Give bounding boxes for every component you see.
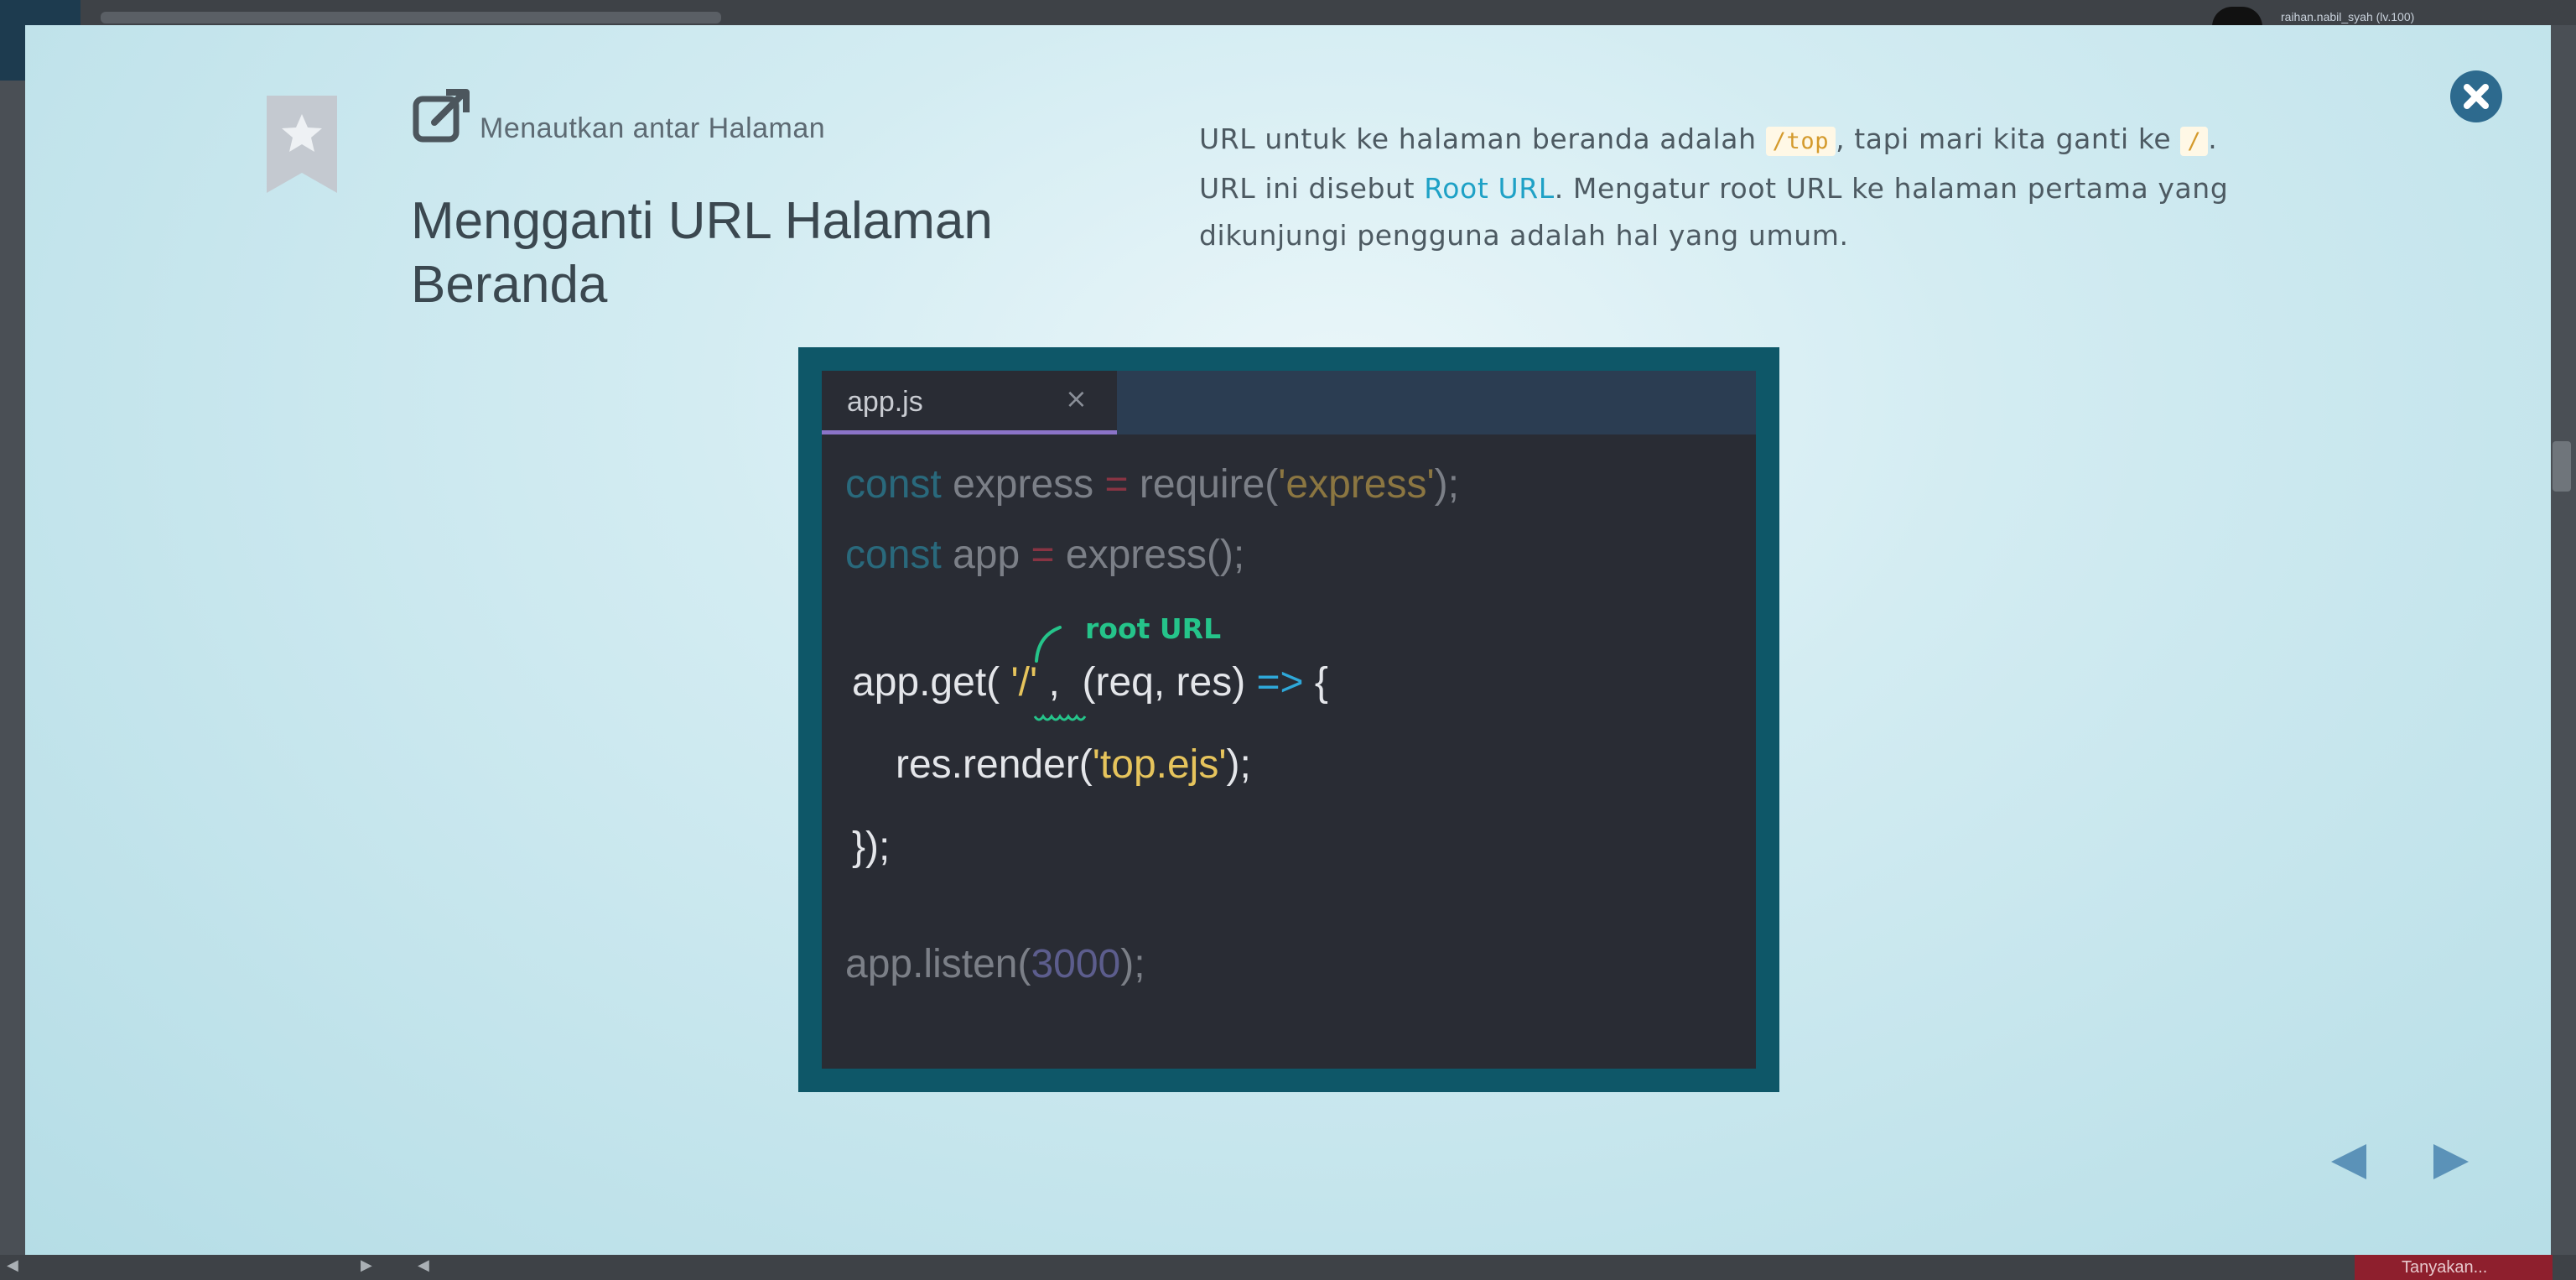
background-search-bar (101, 12, 721, 23)
code-editor: app.js × const express = require('expres… (822, 371, 1756, 1069)
desc-text: URL untuk ke halaman beranda adalah (1199, 122, 1766, 155)
background-username: raihan.nabil_syah (lv.100) (2281, 10, 2415, 23)
code-line-3: app.get( '/' , (req, res) => { (852, 659, 1328, 705)
tab-close-icon: × (1065, 382, 1088, 414)
code-token: 'top.ejs' (1092, 742, 1227, 787)
code-token: const (845, 533, 942, 577)
inline-code-top: /top (1765, 127, 1836, 156)
code-token: 3000 (1031, 942, 1121, 986)
external-link-icon (413, 89, 471, 143)
root-url-annotation: root URL (1085, 612, 1222, 645)
code-line-6: app.listen(3000); (845, 941, 1145, 987)
editor-tab-app-js: app.js × (822, 371, 1117, 434)
code-illustration: app.js × const express = require('expres… (798, 347, 1779, 1092)
code-token: = (1104, 462, 1129, 507)
code-line-1: const express = require('express'); (845, 461, 1459, 507)
code-token: ); (1434, 462, 1459, 507)
background-scroll-left-icon-2: ◀ (418, 1257, 429, 1274)
background-ask-button: Tanyakan... (2355, 1255, 2553, 1280)
title-line-1: Mengganti URL Halaman (411, 192, 993, 250)
code-token: , (req, res) (1037, 660, 1257, 705)
code-token: express (941, 462, 1105, 507)
close-icon (2464, 84, 2489, 109)
code-line-4: res.render('top.ejs'); (896, 741, 1251, 788)
inline-code-root: / (2180, 127, 2209, 156)
prev-slide-button[interactable] (2328, 1141, 2370, 1186)
desc-text: , tapi mari kita ganti ke (1836, 122, 2181, 155)
code-token: res.render( (896, 742, 1093, 787)
desc-text: URL ini disebut (1199, 172, 1425, 205)
code-line-5: }); (852, 825, 891, 869)
close-button[interactable] (2450, 70, 2502, 122)
code-token: => (1256, 660, 1304, 705)
code-token: 'express' (1278, 462, 1435, 507)
squiggle-underline (1033, 714, 1087, 721)
code-line-2: const app = express(); (845, 532, 1244, 578)
background-scroll-right-icon: ▶ (361, 1257, 372, 1274)
slide-description: URL untuk ke halaman beranda adalah /top… (1199, 116, 2323, 259)
page-title: Mengganti URL Halaman Beranda (411, 190, 1132, 317)
code-token: ); (1226, 742, 1251, 787)
code-token: const (845, 462, 942, 507)
code-token: = (1031, 533, 1055, 577)
chapter-label: Menautkan antar Halaman (480, 112, 826, 144)
tab-filename: app.js (847, 386, 923, 418)
background-footer (0, 1255, 2576, 1280)
code-token: express(); (1054, 533, 1245, 577)
root-url-term: Root URL (1424, 172, 1555, 205)
bookmark-star-icon[interactable] (267, 96, 337, 193)
code-token: ); (1120, 942, 1145, 986)
code-token: app.listen( (845, 942, 1031, 986)
slide-modal: Menautkan antar Halaman Mengganti URL Ha… (25, 25, 2551, 1255)
code-token: { (1303, 660, 1328, 705)
background-scroll-left-icon: ◀ (7, 1257, 18, 1274)
title-line-2: Beranda (411, 256, 608, 314)
next-slide-button[interactable] (2430, 1141, 2472, 1186)
triangle-left-icon (2331, 1144, 2366, 1179)
code-token-root: '/' (1010, 660, 1038, 705)
triangle-right-icon (2433, 1144, 2469, 1179)
background-scrollbar-thumb (2553, 441, 2571, 492)
code-token: require( (1128, 462, 1279, 507)
code-token: app.get( (852, 660, 1011, 705)
code-token: app (941, 533, 1031, 577)
desc-text: . (2208, 122, 2218, 155)
